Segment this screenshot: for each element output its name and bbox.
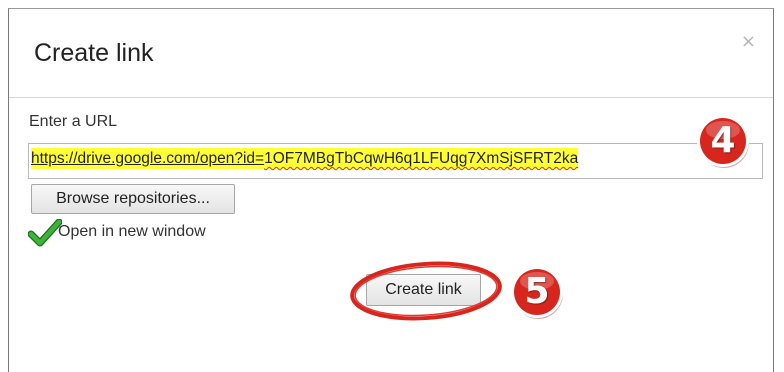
- create-link-button[interactable]: Create link: [366, 274, 481, 306]
- url-label: Enter a URL: [29, 113, 118, 130]
- close-icon[interactable]: ×: [741, 31, 756, 52]
- step-5-number: 5: [524, 271, 550, 312]
- url-id-text: 1OF7MBgTbCqwH6q1LFUqg7XmSjSFRT2ka: [264, 150, 579, 167]
- open-in-new-window-label: Open in new window: [58, 223, 206, 240]
- step-4-badge: 4: [695, 113, 751, 169]
- url-selection-highlight: https://drive.google.com/open?id=1OF7MBg…: [31, 148, 579, 169]
- browse-repositories-button[interactable]: Browse repositories...: [31, 184, 235, 214]
- step-4-number: 4: [710, 120, 736, 161]
- checkmark-icon[interactable]: [28, 219, 62, 247]
- dialog-title: Create link: [34, 39, 154, 67]
- url-prefix-text: https://drive.google.com/open?id=: [31, 150, 265, 167]
- step-5-badge: 5: [509, 264, 565, 320]
- url-input[interactable]: https://drive.google.com/open?id=1OF7MBg…: [28, 143, 763, 179]
- dialog-header: Create link ×: [9, 9, 773, 98]
